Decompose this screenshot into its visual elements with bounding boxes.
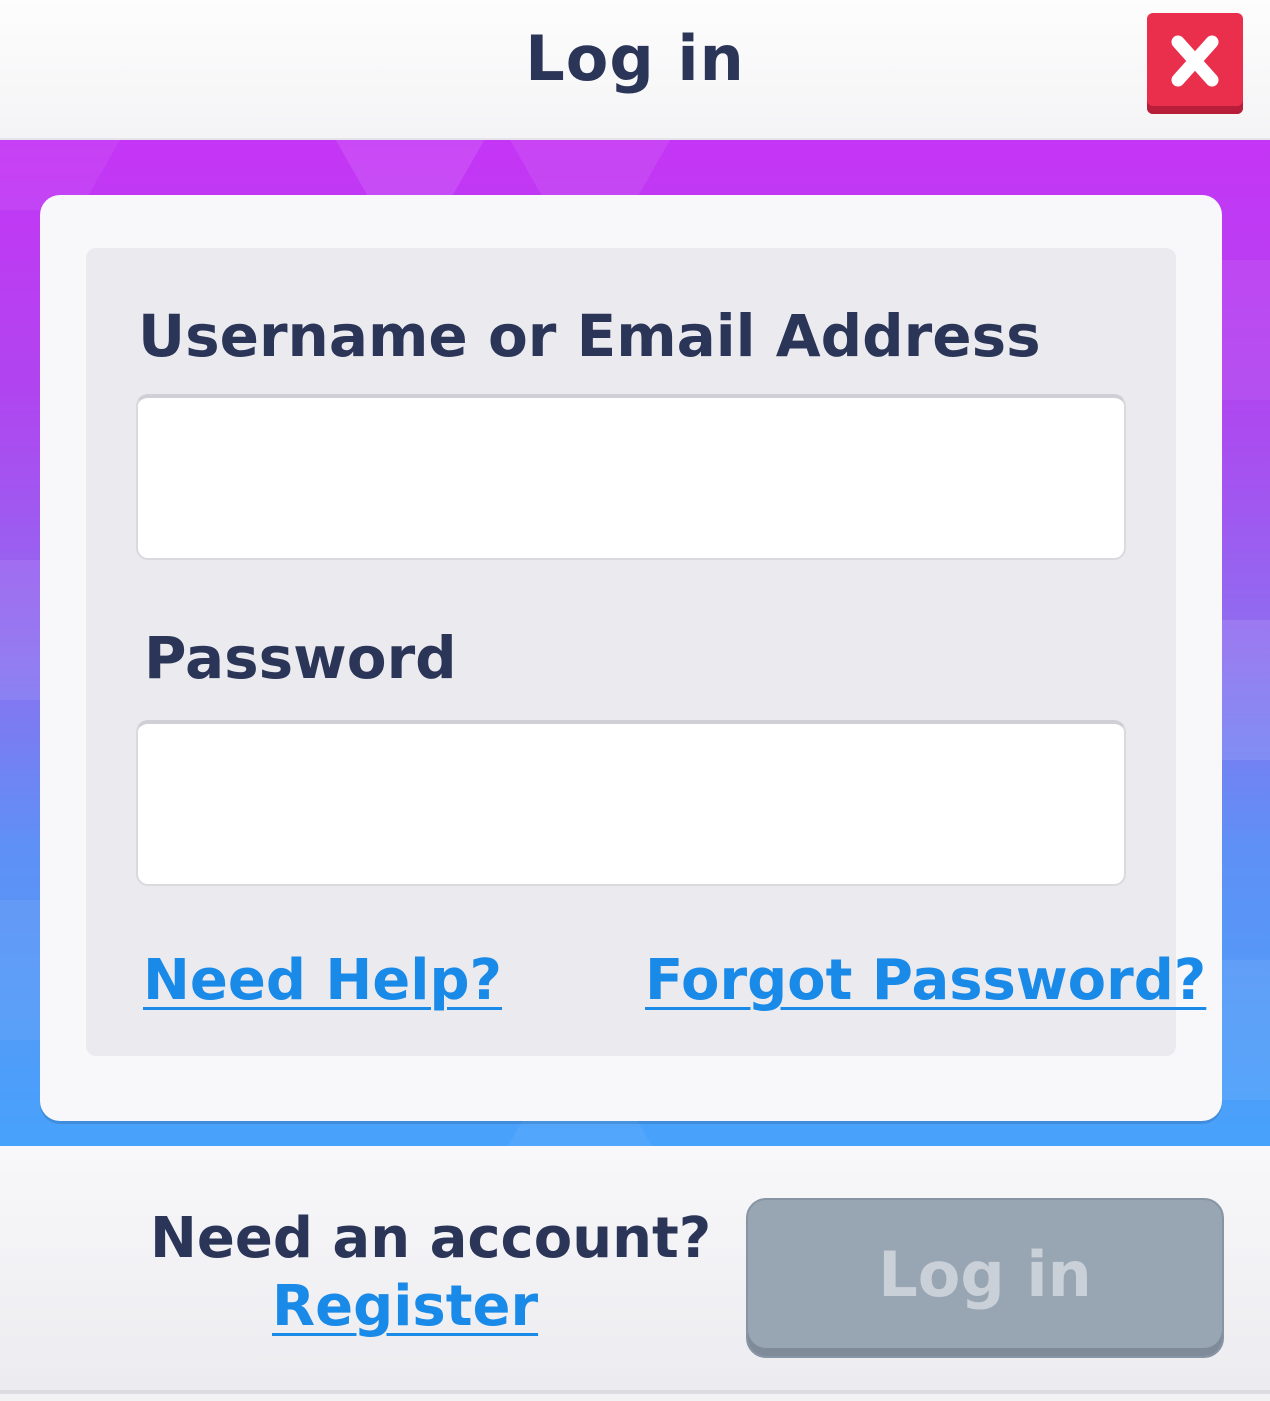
password-label: Password (144, 624, 457, 692)
close-button[interactable] (1147, 13, 1243, 114)
username-label: Username or Email Address (138, 302, 1041, 370)
username-input[interactable] (136, 394, 1126, 560)
forgot-password-link[interactable]: Forgot Password? (645, 948, 1206, 1013)
password-input[interactable] (136, 720, 1126, 886)
need-account-text: Need an account? (150, 1206, 712, 1271)
login-button[interactable]: Log in (746, 1198, 1224, 1358)
close-icon (1171, 35, 1219, 87)
need-help-link[interactable]: Need Help? (143, 948, 502, 1013)
register-link[interactable]: Register (272, 1274, 538, 1339)
dialog-header: Log in (0, 0, 1270, 140)
dialog-title: Log in (525, 22, 745, 95)
login-button-label: Log in (878, 1238, 1092, 1311)
